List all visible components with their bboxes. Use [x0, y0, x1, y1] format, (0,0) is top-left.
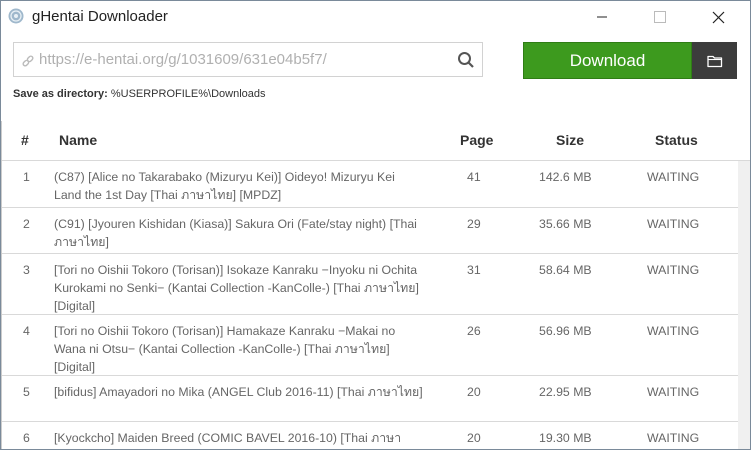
row-name: [bifidus] Amayadori no Mika (ANGEL Club … [54, 385, 423, 399]
list-left-border [1, 121, 2, 449]
table-row[interactable]: 3 [Tori no Oishii Tokoro (Torisan)] Isok… [1, 254, 750, 315]
row-number: 6 [23, 431, 30, 445]
url-field[interactable] [13, 42, 483, 77]
window-title: gHentai Downloader [32, 8, 168, 25]
row-number: 2 [23, 217, 30, 231]
save-directory-path: %USERPROFILE%\Downloads [110, 88, 266, 100]
app-icon [8, 8, 24, 24]
row-status: WAITING [647, 263, 700, 277]
column-header-name[interactable]: Name [59, 132, 97, 148]
row-number: 5 [23, 385, 30, 399]
table-row[interactable]: 4 [Tori no Oishii Tokoro (Torisan)] Hama… [1, 315, 750, 376]
row-number: 3 [23, 263, 30, 277]
row-number: 1 [23, 170, 30, 184]
link-icon [21, 54, 35, 68]
row-pages: 20 [467, 431, 481, 445]
row-status: WAITING [647, 217, 700, 231]
maximize-button[interactable] [637, 1, 683, 33]
column-header-size[interactable]: Size [556, 132, 584, 148]
row-name: [Tori no Oishii Tokoro (Torisan)] Hamaka… [54, 324, 396, 374]
maximize-icon [654, 11, 666, 23]
row-size: 22.95 MB [539, 385, 592, 399]
download-button-label: Download [569, 50, 646, 70]
row-pages: 29 [467, 217, 481, 231]
row-size: 56.96 MB [539, 324, 592, 338]
row-name: [Kyockcho] Maiden Breed (COMIC BAVEL 201… [54, 431, 402, 445]
table-row[interactable]: 6 [Kyockcho] Maiden Breed (COMIC BAVEL 2… [1, 422, 750, 449]
column-header-page[interactable]: Page [460, 132, 493, 148]
row-status: WAITING [647, 385, 700, 399]
save-directory-label: Save as directory: [13, 88, 108, 100]
row-name: [Tori no Oishii Tokoro (Torisan)] Isokaz… [54, 263, 419, 313]
row-status: WAITING [647, 324, 700, 338]
list-scrollbar[interactable] [738, 161, 750, 449]
row-status: WAITING [647, 170, 700, 184]
row-name: (C87) [Alice no Takarabako (Mizuryu Kei)… [54, 170, 395, 202]
row-pages: 41 [467, 170, 481, 184]
row-size: 35.66 MB [539, 217, 592, 231]
download-button[interactable]: Download [523, 42, 692, 79]
minimize-button[interactable] [579, 1, 625, 33]
url-input[interactable] [39, 43, 449, 76]
close-button[interactable] [695, 1, 741, 33]
table-header: # Name Page Size Status [1, 121, 750, 161]
row-pages: 20 [467, 385, 481, 399]
row-number: 4 [23, 324, 30, 338]
table-row[interactable]: 2 (C91) [Jyouren Kishidan (Kiasa)] Sakur… [1, 208, 750, 254]
search-icon[interactable] [457, 51, 475, 69]
row-size: 58.64 MB [539, 263, 592, 277]
row-size: 19.30 MB [539, 431, 592, 445]
column-header-status[interactable]: Status [655, 132, 698, 148]
row-pages: 26 [467, 324, 481, 338]
minimize-icon [597, 16, 607, 18]
row-size: 142.6 MB [539, 170, 592, 184]
download-list: 1 (C87) [Alice no Takarabako (Mizuryu Ke… [1, 161, 750, 449]
table-row[interactable]: 1 (C87) [Alice no Takarabako (Mizuryu Ke… [1, 161, 750, 208]
title-bar[interactable]: gHentai Downloader [1, 1, 750, 33]
row-status: WAITING [647, 431, 700, 445]
table-row[interactable]: 5 [bifidus] Amayadori no Mika (ANGEL Clu… [1, 376, 750, 422]
close-icon [712, 11, 724, 23]
column-header-num[interactable]: # [21, 132, 29, 148]
browse-folder-button[interactable] [692, 42, 737, 79]
row-pages: 31 [467, 263, 481, 277]
folder-icon [706, 55, 722, 67]
save-directory: Save as directory: %USERPROFILE%\Downloa… [13, 88, 266, 100]
app-window: gHentai Downloader https://e-hentai.org/… [0, 0, 751, 450]
row-name: (C91) [Jyouren Kishidan (Kiasa)] Sakura … [54, 217, 417, 249]
